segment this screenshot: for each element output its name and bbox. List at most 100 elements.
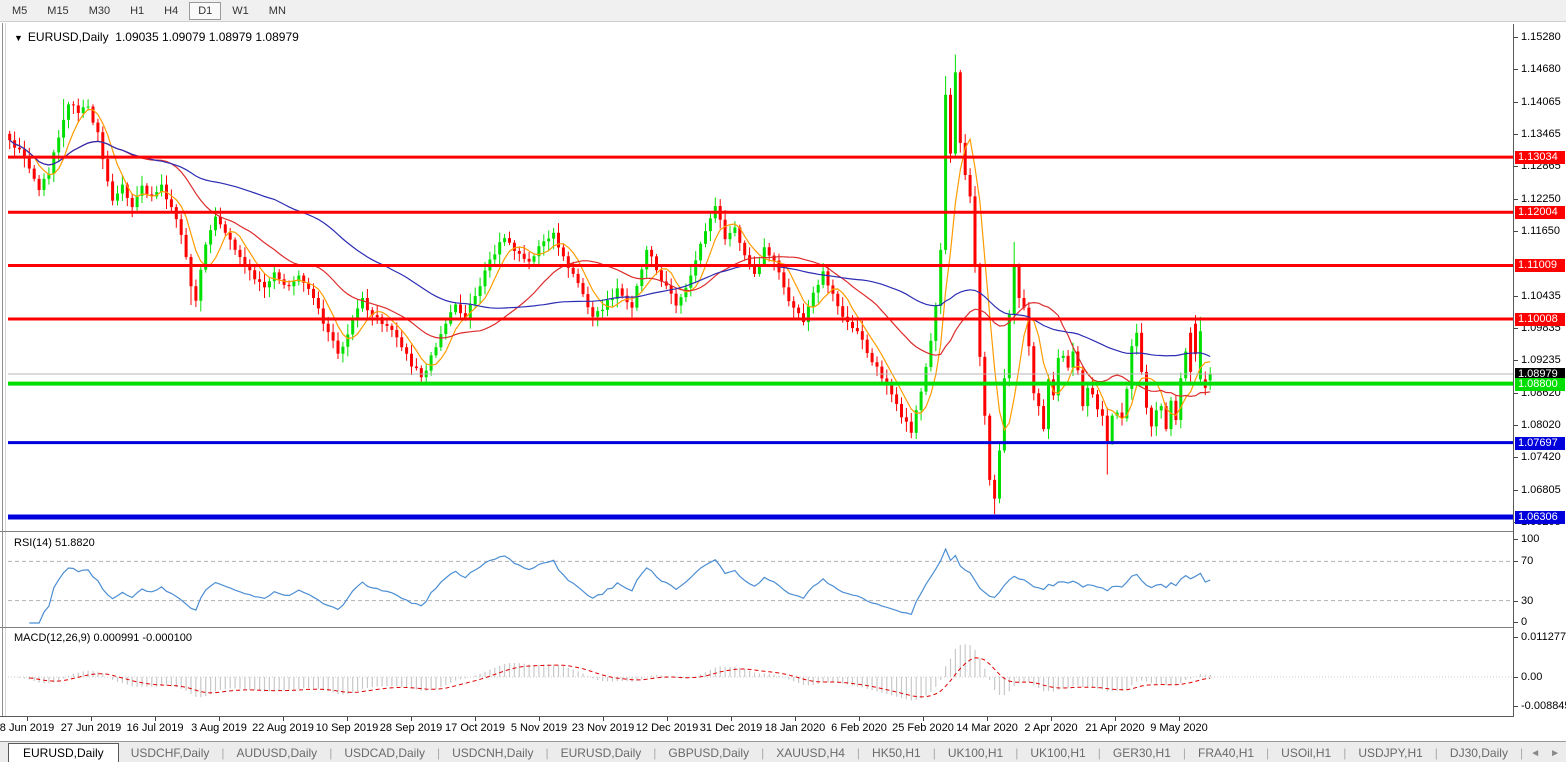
date-tick [1115, 717, 1116, 721]
timeframe-button-m30[interactable]: M30 [80, 2, 119, 20]
rsi-chart [8, 533, 1513, 626]
date-tick [411, 717, 412, 721]
axis-tick [1514, 490, 1518, 491]
candlestick-chart[interactable] [8, 24, 1513, 531]
timeframe-button-mn[interactable]: MN [260, 2, 295, 20]
chart-tab-uk100-h1[interactable]: UK100,H1 [936, 744, 1015, 762]
date-axis-label: 21 Apr 2020 [1085, 722, 1144, 734]
axis-tick [1514, 425, 1518, 426]
chart-tab-uk100-h1[interactable]: UK100,H1 [1018, 744, 1097, 762]
price-axis-label: 1.13465 [1521, 128, 1561, 140]
chart-tab-usoil-h1[interactable]: USOil,H1 [1269, 744, 1343, 762]
rsi-axis-label: 100 [1521, 533, 1539, 545]
rsi-axis-label: 30 [1521, 595, 1533, 607]
price-axis-label: 1.12250 [1521, 193, 1561, 205]
axis-tick [1514, 601, 1518, 602]
date-axis-label: 25 Feb 2020 [892, 722, 954, 734]
macd-axis-label: -0.008845 [1521, 700, 1566, 712]
chart-tab-usdchf-daily[interactable]: USDCHF,Daily [119, 744, 222, 762]
timeframe-button-d1[interactable]: D1 [189, 2, 221, 20]
chart-tab-fra40-h1[interactable]: FRA40,H1 [1186, 744, 1266, 762]
price-axis-label: 1.08020 [1521, 419, 1561, 431]
price-chart-panel[interactable] [8, 24, 1513, 531]
price-axis-label: 1.14680 [1521, 63, 1561, 75]
date-tick [539, 717, 540, 721]
axis-tick [1514, 166, 1518, 167]
macd-chart [8, 629, 1513, 716]
chart-tab-eurusd-daily[interactable]: EURUSD,Daily [8, 743, 119, 762]
date-axis-label: 18 Jan 2020 [765, 722, 826, 734]
date-tick [283, 717, 284, 721]
timeframe-button-h1[interactable]: H1 [121, 2, 153, 20]
date-tick [1051, 717, 1052, 721]
chart-tab-xauusd-h4[interactable]: XAUUSD,H4 [764, 744, 857, 762]
date-axis-label: 28 Sep 2019 [380, 722, 442, 734]
price-tag: 1.13034 [1515, 151, 1565, 164]
timeframe-button-w1[interactable]: W1 [223, 2, 258, 20]
chart-tab-audusd-daily[interactable]: AUDUSD,Daily [225, 744, 330, 762]
date-axis-label: 12 Dec 2019 [636, 722, 698, 734]
axis-tick [1514, 37, 1518, 38]
date-tick [987, 717, 988, 721]
symbol-dropdown-icon[interactable]: ▼ [14, 33, 23, 43]
date-tick [859, 717, 860, 721]
axis-tick [1514, 231, 1518, 232]
panel-separator[interactable] [0, 627, 1566, 628]
rsi-line [29, 549, 1210, 623]
chart-tab-dj30-daily[interactable]: DJ30,Daily [1438, 744, 1520, 762]
macd-axis-label: 0.00 [1521, 671, 1542, 683]
chart-tab-gbpusd-daily[interactable]: GBPUSD,Daily [656, 744, 761, 762]
date-tick [603, 717, 604, 721]
date-tick [91, 717, 92, 721]
axis-tick [1514, 69, 1518, 70]
axis-tick [1514, 622, 1518, 623]
price-tag: 1.08800 [1515, 378, 1565, 391]
axis-tick [1514, 706, 1518, 707]
date-axis[interactable]: 8 Jun 201927 Jun 201916 Jul 20193 Aug 20… [0, 717, 1566, 741]
date-tick [475, 717, 476, 721]
price-axis[interactable]: 1.152801.146801.140651.134651.128651.122… [1513, 24, 1566, 717]
chart-tab-hk50-h1[interactable]: HK50,H1 [860, 744, 933, 762]
price-tag: 1.07697 [1515, 437, 1565, 450]
date-tick [667, 717, 668, 721]
timeframe-button-m5[interactable]: M5 [3, 2, 36, 20]
date-tick [155, 717, 156, 721]
date-axis-label: 3 Aug 2019 [191, 722, 247, 734]
chart-tab-usdcad-daily[interactable]: USDCAD,Daily [332, 744, 437, 762]
tabs-scroll-left-icon[interactable]: ◄ [1530, 748, 1540, 759]
axis-tick [1514, 457, 1518, 458]
date-tick [731, 717, 732, 721]
date-axis-label: 9 May 2020 [1150, 722, 1207, 734]
date-axis-label: 17 Oct 2019 [445, 722, 505, 734]
rsi-axis-label: 0 [1521, 616, 1527, 628]
chart-tab-eurusd-daily[interactable]: EURUSD,Daily [549, 744, 654, 762]
price-tag: 1.06306 [1515, 511, 1565, 524]
trading-platform-window: M5M15M30H1H4D1W1MN ▼EURUSD,Daily 1.09035… [0, 0, 1566, 762]
date-axis-label: 31 Dec 2019 [700, 722, 762, 734]
date-axis-label: 14 Mar 2020 [956, 722, 1018, 734]
chart-ohlc-values: 1.09035 1.09079 1.08979 1.08979 [115, 30, 299, 44]
chart-tab-bar: EURUSD,DailyUSDCHF,Daily|AUDUSD,Daily|US… [0, 741, 1566, 762]
date-axis-label: 6 Feb 2020 [831, 722, 887, 734]
axis-tick [1514, 102, 1518, 103]
rsi-axis-label: 70 [1521, 555, 1533, 567]
timeframe-button-m15[interactable]: M15 [38, 2, 77, 20]
timeframe-button-h4[interactable]: H4 [155, 2, 187, 20]
date-axis-label: 16 Jul 2019 [127, 722, 184, 734]
chart-title: ▼EURUSD,Daily 1.09035 1.09079 1.08979 1.… [14, 30, 299, 44]
chart-tab-usdjpy-h1[interactable]: USDJPY,H1 [1346, 744, 1434, 762]
chart-tab-ger30-h1[interactable]: GER30,H1 [1101, 744, 1183, 762]
tabs-scroll-right-icon[interactable]: ► [1550, 748, 1560, 759]
axis-tick [1514, 328, 1518, 329]
panel-separator[interactable] [0, 531, 1566, 532]
date-axis-label: 5 Nov 2019 [511, 722, 567, 734]
axis-tick [1514, 134, 1518, 135]
macd-indicator-panel[interactable] [8, 629, 1513, 716]
price-axis-label: 1.09235 [1521, 354, 1561, 366]
chart-tab-usdcnh-daily[interactable]: USDCNH,Daily [440, 744, 545, 762]
axis-tick [1514, 393, 1518, 394]
axis-tick [1514, 360, 1518, 361]
date-tick [795, 717, 796, 721]
rsi-indicator-panel[interactable] [8, 533, 1513, 626]
axis-tick [1514, 199, 1518, 200]
